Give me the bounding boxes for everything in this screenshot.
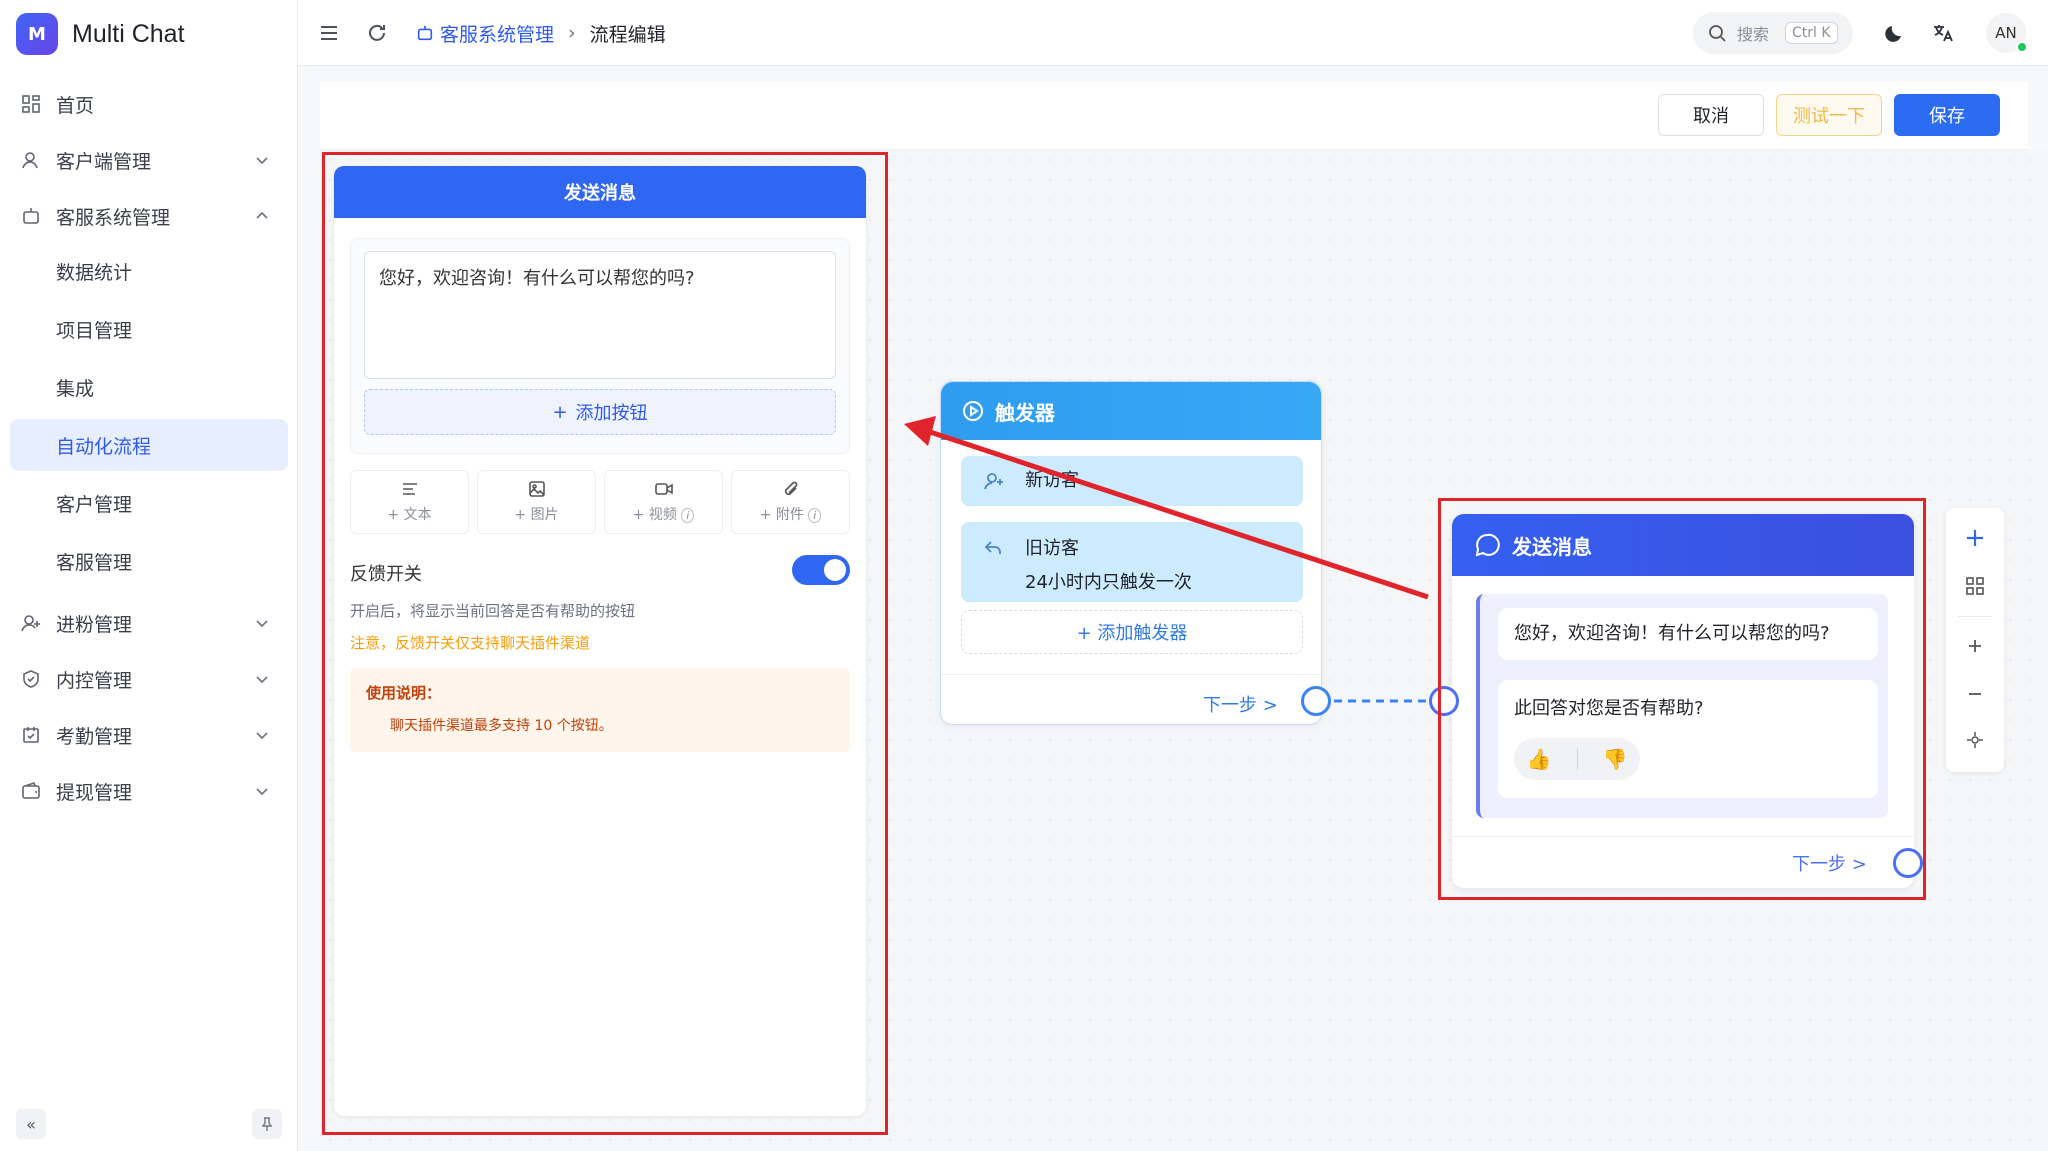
highlight-box-send-node bbox=[1438, 498, 1926, 900]
grid-icon bbox=[1966, 577, 1984, 595]
annotation-arrow-line bbox=[911, 423, 1429, 600]
annotation-arrow-head bbox=[904, 416, 936, 446]
add-node-button[interactable] bbox=[1961, 524, 1989, 552]
divider bbox=[1958, 616, 1992, 617]
zoom-out-button[interactable] bbox=[1961, 680, 1989, 708]
zoom-out-icon bbox=[1969, 693, 1981, 695]
layout-button[interactable] bbox=[1961, 572, 1989, 600]
plus-icon bbox=[1967, 530, 1983, 546]
fit-view-button[interactable] bbox=[1961, 726, 1989, 754]
crosshair-icon bbox=[1967, 732, 1983, 748]
canvas-controls bbox=[1946, 508, 2004, 772]
zoom-in-button[interactable] bbox=[1961, 632, 1989, 660]
zoom-in-icon bbox=[1969, 640, 1981, 652]
